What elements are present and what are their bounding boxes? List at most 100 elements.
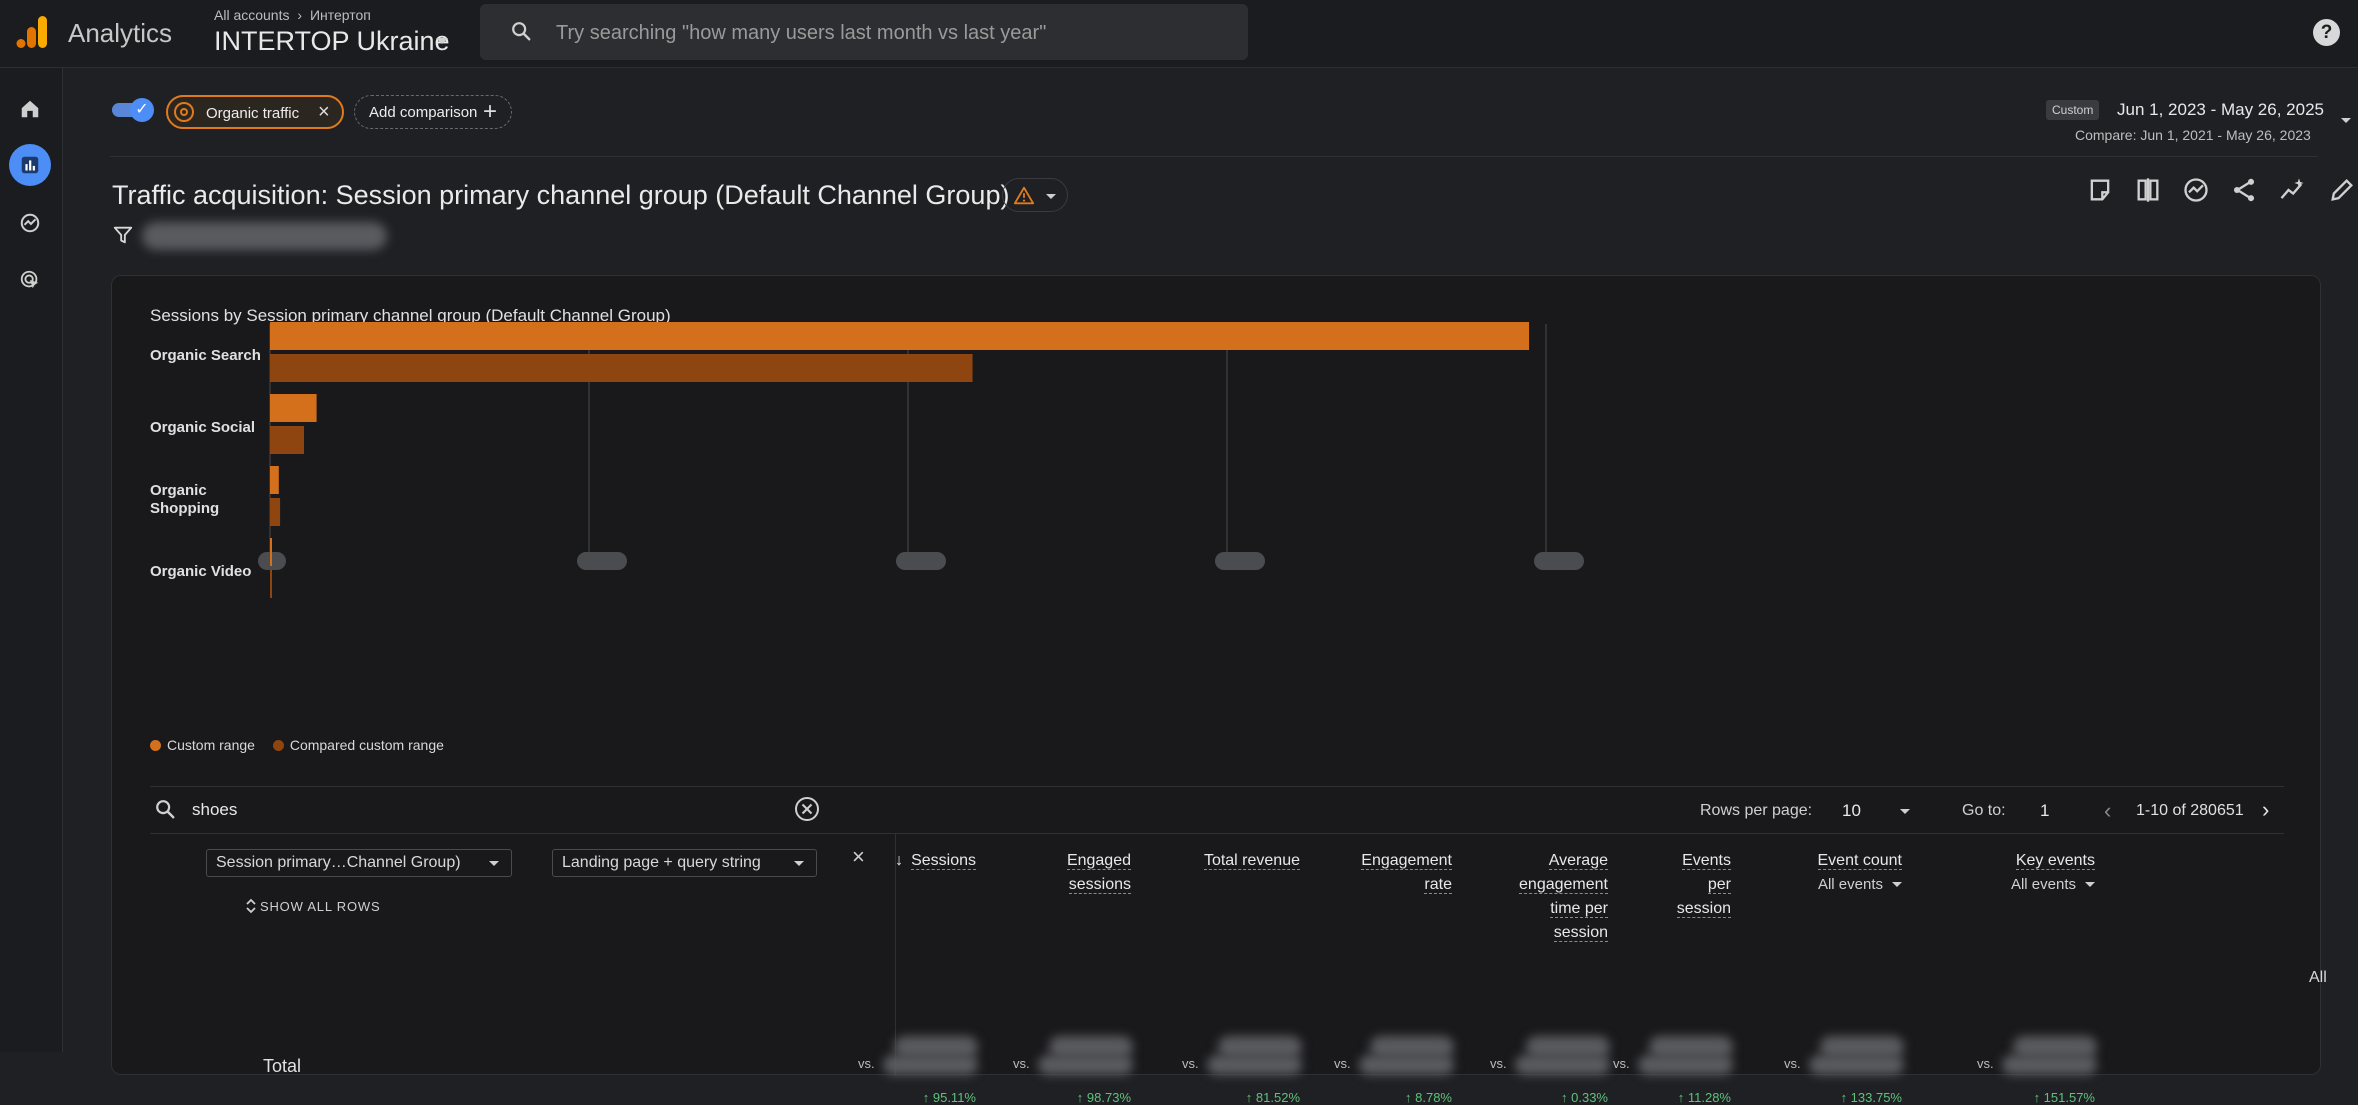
bar-custom[interactable] [270, 538, 272, 566]
add-comparison-button[interactable]: Add comparison + [354, 95, 512, 129]
nav-reports[interactable] [9, 144, 51, 186]
date-compare[interactable]: Compare: Jun 1, 2021 - May 26, 2023 [2075, 127, 2311, 143]
delta-value: ↑ 0.33% [1561, 1090, 1608, 1105]
vs-label: vs. [1182, 1056, 1199, 1071]
plus-icon: + [483, 98, 498, 125]
nav-advertising[interactable] [9, 259, 51, 301]
all-label: All [2309, 969, 2327, 986]
metric-header[interactable]: ↓ Sessions [895, 849, 976, 873]
metric-header-line: Average [1548, 852, 1608, 870]
primary-dimension-select[interactable]: Session primary…Channel Group) [206, 849, 512, 877]
tick-label-redacted [577, 552, 627, 570]
metric-header-line: session [1553, 924, 1608, 942]
advertising-icon [20, 270, 39, 289]
metric-header-line: Engaged [1066, 852, 1131, 870]
delta-value: ↑ 98.73% [1076, 1090, 1131, 1105]
insights-sparkle-icon[interactable] [2278, 176, 2306, 204]
close-icon[interactable]: × [852, 844, 865, 870]
date-badge: Custom [2046, 100, 2100, 120]
chevron-down-icon [489, 861, 499, 866]
search-placeholder[interactable]: Try searching "how many users last month… [556, 22, 1046, 45]
tick-label-redacted [1215, 552, 1265, 570]
bar-compared[interactable] [270, 570, 272, 598]
compare-value-redacted [1515, 1055, 1610, 1075]
sort-arrow-down-icon[interactable]: ↓ [895, 852, 903, 869]
legend-swatch [150, 740, 161, 751]
category-label: Organic Video [150, 563, 251, 580]
insights-chart-icon[interactable] [2182, 176, 2210, 204]
show-all-label: SHOW ALL ROWS [260, 899, 381, 914]
delta-value: ↑ 133.75% [1840, 1090, 1902, 1105]
nav-home[interactable] [9, 88, 51, 130]
legend-item-compared[interactable]: Compared custom range [272, 737, 444, 753]
analytics-logo-icon[interactable] [14, 14, 50, 50]
share-icon[interactable] [2230, 176, 2258, 204]
metric-header-line: Total revenue [1203, 852, 1300, 870]
delta-value: ↑ 11.28% [1677, 1090, 1731, 1105]
close-icon[interactable]: × [318, 101, 330, 124]
metric-header-line: Event count [1817, 852, 1902, 870]
edit-icon[interactable] [2328, 176, 2356, 204]
metric-event-select[interactable]: All events [1818, 873, 1903, 897]
date-caret-icon[interactable] [2341, 118, 2351, 123]
help-icon[interactable]: ? [2313, 19, 2340, 46]
legend-label: Compared custom range [289, 737, 444, 753]
note-icon[interactable] [2086, 176, 2114, 204]
secondary-dimension-select[interactable]: Landing page + query string [552, 849, 817, 877]
data-quality-button[interactable] [1002, 178, 1068, 212]
clear-search-icon[interactable] [794, 796, 820, 822]
rows-per-page-select[interactable]: 10 [1842, 801, 1861, 821]
vs-label: vs. [858, 1056, 875, 1071]
metric-header[interactable]: Average engagement time per session [1519, 849, 1608, 945]
metric-header-line: rate [1424, 876, 1452, 894]
account-breadcrumb[interactable]: All accounts › Интертоп [214, 7, 371, 23]
metric-header[interactable]: Key events All events [2011, 849, 2095, 897]
bar-custom[interactable] [270, 394, 317, 422]
legend-item-custom[interactable]: Custom range [150, 737, 255, 753]
goto-input[interactable]: 1 [2040, 801, 2049, 821]
property-selector[interactable]: INTERTOP Ukraine [214, 26, 450, 57]
chart-legend: Custom range Compared custom range [150, 737, 458, 753]
metric-event-select[interactable]: All events [2011, 873, 2095, 897]
delta-value: ↑ 81.52% [1245, 1090, 1300, 1105]
metric-header-line: engagement [1519, 876, 1608, 894]
category-label: Organic [150, 482, 207, 499]
search-icon [512, 22, 531, 41]
table-search-input[interactable]: shoes [192, 800, 237, 820]
metric-header[interactable]: Event count All events [1817, 849, 1903, 897]
metric-header-line: session [1676, 900, 1731, 918]
segment-icon [174, 102, 194, 122]
legend-swatch [272, 740, 284, 751]
total-row-label: Total [263, 1056, 302, 1076]
segment-chip-organic[interactable]: Organic traffic × [166, 95, 344, 129]
bar-compared[interactable] [270, 354, 973, 382]
show-all-rows-button[interactable]: SHOW ALL ROWS [246, 898, 381, 914]
bar-custom[interactable] [270, 466, 279, 494]
filter-icon[interactable] [112, 224, 134, 246]
delta-value: ↑ 8.78% [1405, 1090, 1452, 1105]
filter-chip-redacted[interactable] [142, 222, 387, 250]
nav-explore[interactable] [9, 202, 51, 244]
compare-icon[interactable] [2134, 176, 2162, 204]
category-label: Organic Social [150, 419, 255, 436]
bar-compared[interactable] [270, 426, 304, 454]
bar-custom[interactable] [270, 322, 1530, 350]
metric-header[interactable]: Engagement rate [1361, 849, 1452, 897]
metric-header-line: Key events [2015, 852, 2095, 870]
tick-label-redacted [1534, 552, 1584, 570]
property-caret-icon[interactable] [436, 38, 448, 44]
bar-chart: Organic Search Organic Social OrganicShopp… [150, 322, 1584, 598]
metric-header[interactable]: Events per session [1676, 849, 1731, 921]
bar-compared[interactable] [270, 498, 281, 526]
compare-value-redacted [883, 1055, 978, 1075]
metric-header-line: per [1707, 876, 1731, 894]
chevron-down-icon[interactable] [1900, 809, 1910, 814]
metric-header[interactable]: Total revenue [1203, 849, 1300, 873]
comparison-toggle[interactable]: ✓ [112, 98, 156, 122]
chevron-left-icon[interactable]: ‹ [2104, 798, 2111, 824]
chevron-right-icon[interactable]: › [2262, 797, 2269, 823]
search-bar[interactable]: Try searching "how many users last month… [480, 4, 1248, 60]
date-range[interactable]: Jun 1, 2023 - May 26, 2025 [2117, 100, 2324, 120]
app-name: Analytics [68, 18, 173, 48]
metric-header[interactable]: Engaged sessions [1066, 849, 1131, 897]
